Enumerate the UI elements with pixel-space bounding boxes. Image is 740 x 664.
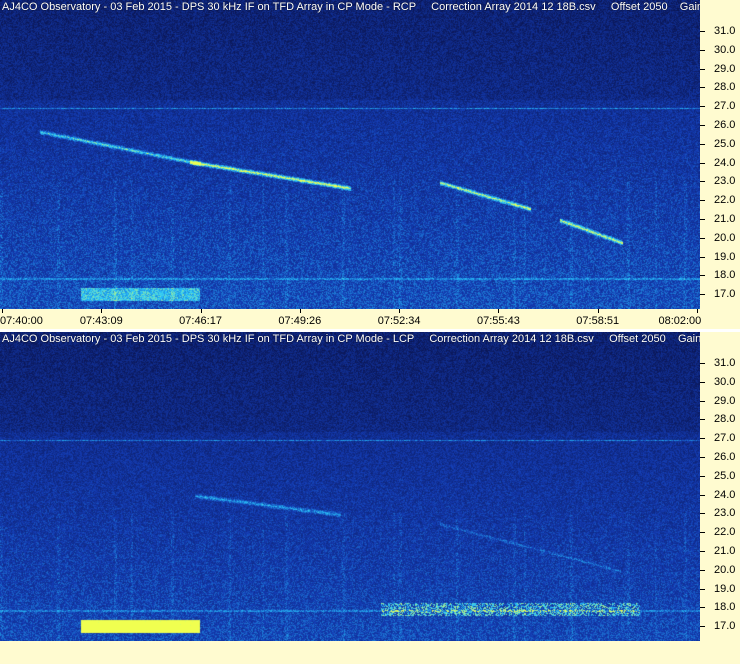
tick-mark xyxy=(700,181,705,183)
spectrogram-image-rcp: AJ4CO Observatory - 03 Feb 2015 - DPS 30… xyxy=(0,0,700,309)
tick-mark xyxy=(597,309,599,313)
tick-mark xyxy=(200,309,202,313)
frequency-tick-label: 26.0 xyxy=(714,119,736,131)
frequency-tick-label: 21.0 xyxy=(714,545,736,557)
frequency-tick-label: 31.0 xyxy=(714,25,736,37)
frequency-tick-label: 29.0 xyxy=(714,394,736,407)
frequency-tick-label: 27.0 xyxy=(714,432,736,445)
frequency-tick-label: 31.0 xyxy=(714,357,736,369)
tick-mark xyxy=(700,363,705,364)
frequency-tick-label: 20.0 xyxy=(714,231,736,244)
tick-mark xyxy=(700,162,705,164)
tick-mark xyxy=(700,31,705,32)
frequency-tick-label: 22.0 xyxy=(714,194,736,207)
tick-mark xyxy=(697,309,698,313)
tick-mark xyxy=(700,68,705,70)
tick-mark xyxy=(700,494,705,496)
spectrogram-panel-lcp: AJ4CO Observatory - 03 Feb 2015 - DPS 30… xyxy=(0,332,740,664)
frequency-tick-label: 29.0 xyxy=(714,62,736,75)
frequency-tick-label: 19.0 xyxy=(714,250,736,263)
tick-mark xyxy=(700,275,705,277)
spectrogram-title-lcp: AJ4CO Observatory - 03 Feb 2015 - DPS 30… xyxy=(2,333,700,345)
frequency-tick-label: 30.0 xyxy=(714,375,736,388)
frequency-tick-label: 17.0 xyxy=(714,288,736,301)
tick-mark xyxy=(700,551,705,552)
tick-mark xyxy=(700,438,705,440)
tick-mark xyxy=(700,419,705,421)
frequency-tick-label: 23.0 xyxy=(714,507,736,520)
spectrogram-canvas-rcp xyxy=(0,0,700,309)
spectrogram-panel-rcp: AJ4CO Observatory - 03 Feb 2015 - DPS 30… xyxy=(0,0,740,332)
tick-mark xyxy=(700,400,705,402)
tick-mark xyxy=(700,475,705,477)
frequency-tick-label: 23.0 xyxy=(714,175,736,188)
time-tick-label: 07:58:51 xyxy=(576,315,620,327)
frequency-tick-label: 25.0 xyxy=(714,137,736,150)
tick-mark xyxy=(700,381,705,383)
frequency-tick-label: 25.0 xyxy=(714,469,736,482)
time-tick-label: 07:55:43 xyxy=(477,315,520,327)
tick-mark xyxy=(498,309,500,313)
time-tick-label: 07:40:00 xyxy=(0,315,43,327)
time-tick-label: 07:46:17 xyxy=(179,315,222,327)
tick-mark xyxy=(700,237,705,239)
frequency-tick-label: 28.0 xyxy=(714,81,736,94)
frequency-tick-label: 26.0 xyxy=(714,451,736,463)
tick-mark xyxy=(2,309,3,313)
frequency-axis-rcp: 31.0 30.0 29.0 28.0 27.0 26.0 25.0 24.0 23.0 22.0… xyxy=(700,0,740,309)
time-tick-label: 08:02:00 xyxy=(658,315,702,327)
frequency-tick-label: 21.0 xyxy=(714,213,736,225)
tick-mark xyxy=(101,309,103,313)
tick-mark xyxy=(700,513,705,515)
frequency-tick-label: 24.0 xyxy=(714,156,736,169)
tick-mark xyxy=(700,143,705,145)
tick-mark xyxy=(700,49,705,51)
tick-mark xyxy=(700,457,705,458)
tick-mark xyxy=(700,87,705,89)
frequency-tick-label: 27.0 xyxy=(714,100,736,113)
frequency-tick-label: 17.0 xyxy=(714,620,736,633)
frequency-tick-label: 24.0 xyxy=(714,488,736,501)
tick-mark xyxy=(700,532,705,534)
tick-mark xyxy=(700,125,705,126)
frequency-tick-label: 18.0 xyxy=(714,601,736,614)
time-tick-label: 07:43:09 xyxy=(79,315,123,327)
spectrogram-image-lcp: AJ4CO Observatory - 03 Feb 2015 - DPS 30… xyxy=(0,332,700,641)
tick-mark xyxy=(700,588,705,590)
frequency-tick-label: 28.0 xyxy=(714,413,736,426)
tick-mark xyxy=(399,309,401,313)
tick-mark xyxy=(700,219,705,220)
time-axis-rcp: 07:40:00 07:43:09 07:46:17 07:49:26 07:52:34… xyxy=(0,309,740,329)
tick-mark xyxy=(700,200,705,202)
tick-mark xyxy=(700,106,705,108)
tick-mark xyxy=(700,607,705,609)
frequency-axis-lcp: 31.0 30.0 29.0 28.0 27.0 26.0 25.0 24.0 23.0 22.0… xyxy=(700,332,740,641)
frequency-tick-label: 20.0 xyxy=(714,563,736,576)
frequency-tick-label: 18.0 xyxy=(714,269,736,282)
tick-mark xyxy=(299,309,301,313)
spectrogram-title-rcp: AJ4CO Observatory - 03 Feb 2015 - DPS 30… xyxy=(2,1,700,13)
tick-mark xyxy=(700,626,705,628)
time-axis-lcp xyxy=(0,641,740,661)
time-tick-label: 07:52:34 xyxy=(377,315,421,327)
frequency-tick-label: 22.0 xyxy=(714,526,736,539)
frequency-tick-label: 19.0 xyxy=(714,582,736,595)
tick-mark xyxy=(700,256,705,258)
tick-mark xyxy=(700,569,705,571)
spectrogram-canvas-lcp xyxy=(0,332,700,641)
frequency-tick-label: 30.0 xyxy=(714,43,736,56)
time-tick-label: 07:49:26 xyxy=(278,315,322,327)
tick-mark xyxy=(700,294,705,296)
